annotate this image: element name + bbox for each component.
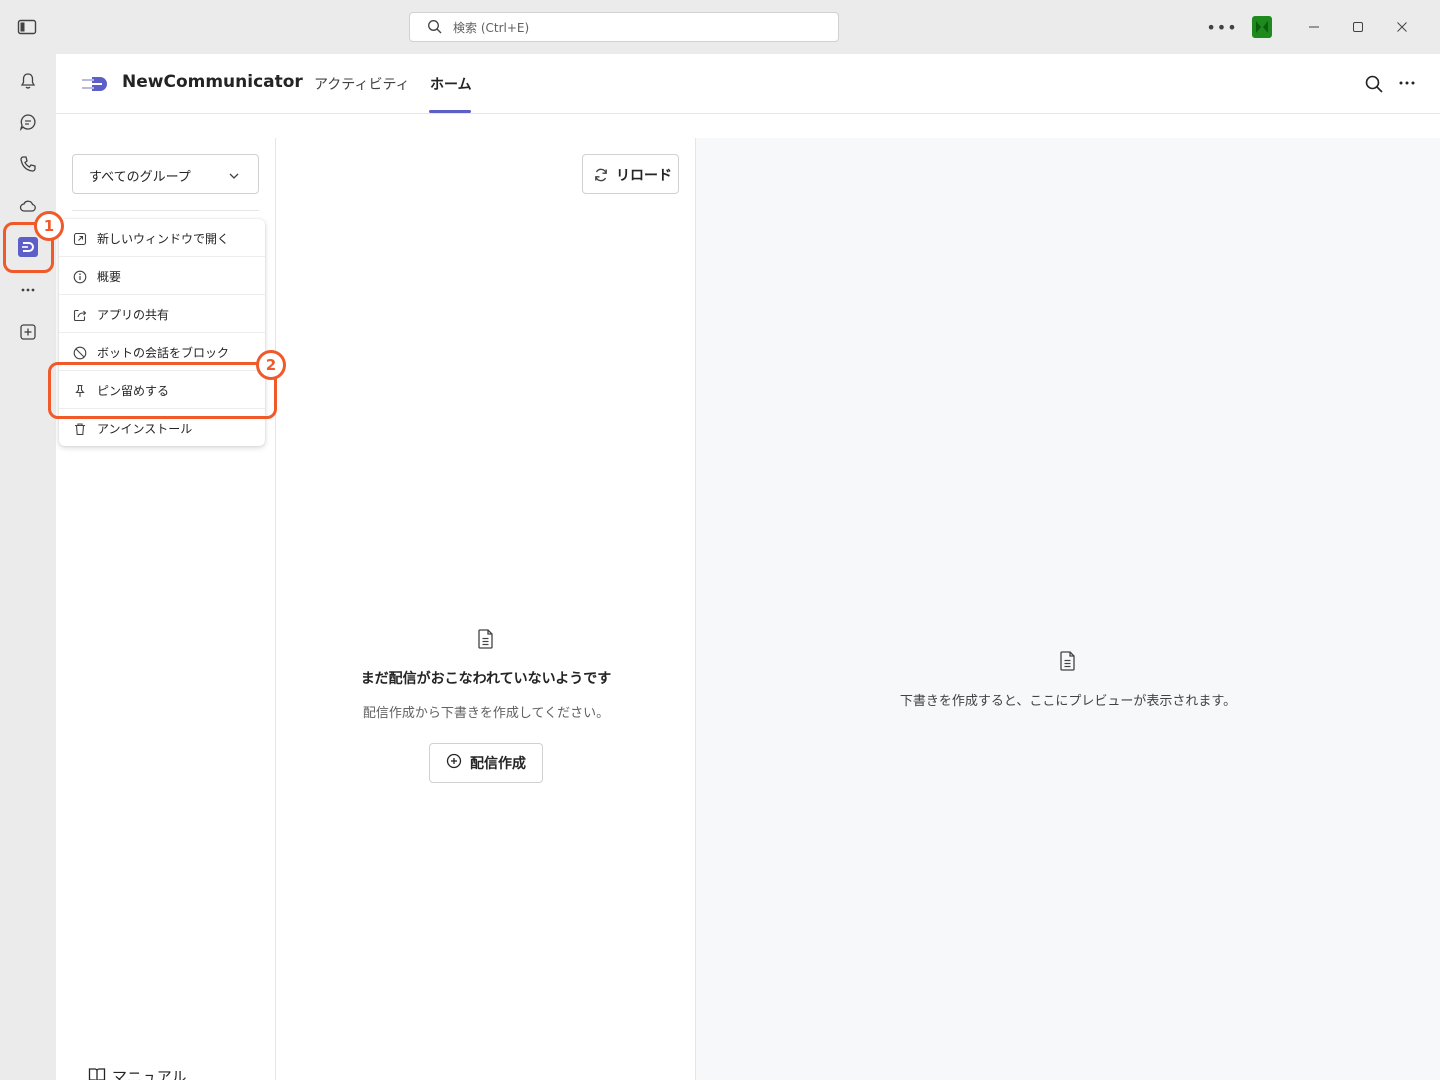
block-icon [73, 345, 87, 360]
chat-icon[interactable] [16, 110, 40, 134]
menu-item-label: 概要 [97, 270, 122, 284]
preview-empty-state: 下書きを作成すると、ここにプレビューが表示されます。 [696, 650, 1440, 709]
manual-link[interactable]: マニュアル [88, 1066, 187, 1080]
distribution-list-panel: リロード まだ配信がおこなわれていないようです 配信作成から下書きを作成してくだ… [276, 138, 696, 1080]
app-content: NewCommunicator アクティビティ ホーム すべてのグループ マニュ… [56, 54, 1440, 1080]
group-select[interactable]: すべてのグループ [72, 154, 259, 194]
menu-item-label: アンインストール [97, 422, 193, 436]
create-distribution-button[interactable]: 配信作成 [429, 743, 543, 783]
maximize-button[interactable] [1345, 14, 1371, 40]
annotation-step-1: 1 [34, 211, 64, 241]
phone-icon[interactable] [16, 152, 40, 176]
empty-subtitle: 配信作成から下書きを作成してください。 [362, 706, 610, 721]
menu-item-open-new-window[interactable]: 新しいウィンドウで開く [59, 219, 265, 257]
more-options-icon[interactable] [1396, 72, 1418, 94]
add-circle-icon [446, 753, 462, 773]
search-icon [427, 19, 443, 35]
annotation-highlight-pin-item [48, 362, 277, 419]
app-title: NewCommunicator [122, 72, 303, 92]
share-icon [73, 307, 87, 322]
menu-item-label: ボットの会話をブロック [97, 346, 230, 360]
trash-icon [73, 421, 87, 436]
search-input[interactable]: 検索 (Ctrl+E) [409, 12, 839, 42]
preview-panel: 下書きを作成すると、ここにプレビューが表示されます。 [696, 138, 1440, 1080]
open-external-icon [73, 231, 87, 246]
app-rail [0, 54, 56, 1080]
info-icon [73, 269, 87, 284]
menu-item-label: 新しいウィンドウで開く [97, 232, 230, 246]
menu-item-label: アプリの共有 [97, 308, 170, 322]
search-icon[interactable] [1364, 74, 1384, 94]
activity-bell-icon[interactable] [16, 69, 40, 93]
minimize-button[interactable] [1301, 14, 1327, 40]
menu-item-overview[interactable]: 概要 [59, 257, 265, 295]
newcommunicator-logo-icon [80, 72, 112, 96]
annotation-step-2: 2 [256, 350, 286, 380]
app-header: NewCommunicator アクティビティ ホーム [56, 54, 1440, 114]
tab-activity[interactable]: アクティビティ [314, 74, 410, 94]
tab-home[interactable]: ホーム [430, 74, 472, 94]
create-distribution-label: 配信作成 [470, 756, 526, 772]
close-button[interactable] [1389, 14, 1415, 40]
cloud-icon[interactable] [16, 194, 40, 218]
document-icon [1058, 650, 1078, 672]
add-app-icon[interactable] [16, 320, 40, 344]
group-select-value: すべてのグループ [89, 170, 191, 185]
sidebar-toggle-icon[interactable] [17, 18, 37, 36]
refresh-icon [593, 167, 609, 183]
empty-title: まだ配信がおこなわれていないようです [360, 671, 612, 687]
search-placeholder: 検索 (Ctrl+E) [453, 21, 530, 35]
empty-state: まだ配信がおこなわれていないようです 配信作成から下書きを作成してください。 配… [276, 628, 696, 783]
more-options-icon[interactable]: ••• [1206, 15, 1236, 39]
reload-label: リロード [616, 168, 672, 184]
active-tab-indicator [429, 110, 471, 113]
avatar[interactable] [1250, 15, 1274, 39]
more-apps-icon[interactable] [16, 278, 40, 302]
chevron-down-icon [227, 168, 241, 182]
book-icon [88, 1067, 106, 1080]
reload-button[interactable]: リロード [582, 154, 679, 194]
document-icon [476, 628, 496, 650]
title-bar: 検索 (Ctrl+E) ••• [0, 0, 1440, 54]
preview-placeholder-text: 下書きを作成すると、ここにプレビューが表示されます。 [899, 694, 1237, 709]
menu-item-share-app[interactable]: アプリの共有 [59, 295, 265, 333]
divider [72, 210, 259, 211]
manual-label: マニュアル [112, 1068, 187, 1080]
